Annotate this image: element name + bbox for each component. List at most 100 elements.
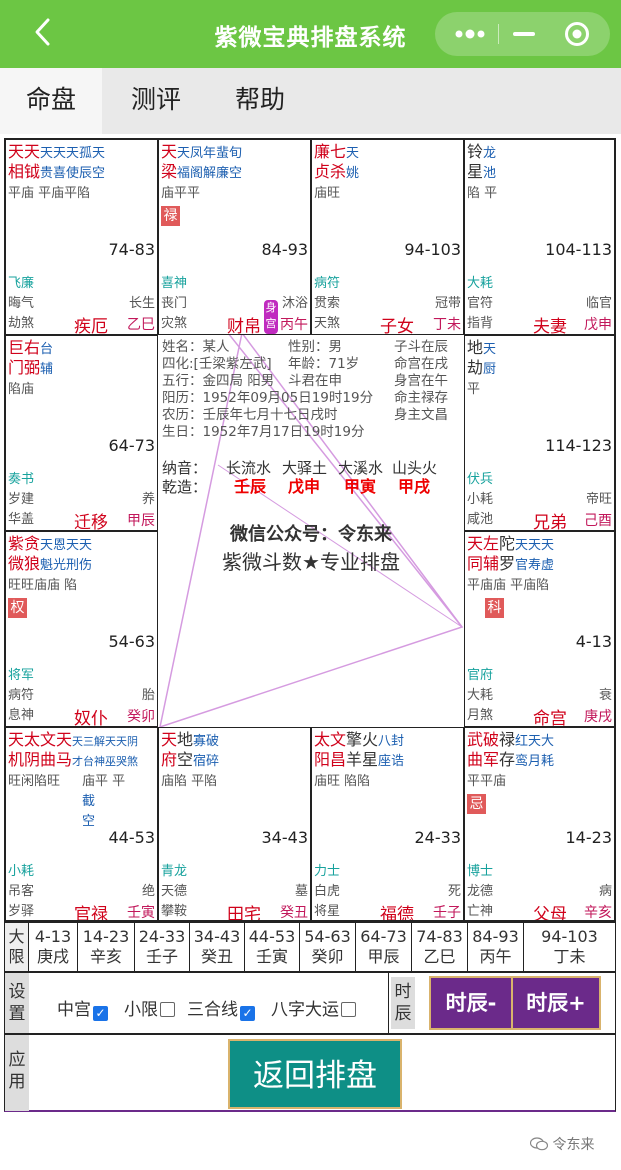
daxian-range: 74-83 xyxy=(108,240,156,259)
shichen-prev-button[interactable]: 时辰- xyxy=(429,976,513,1030)
opt-xiaoxian[interactable]: 小限 xyxy=(124,995,175,1020)
suijian-label: 晦气 xyxy=(8,296,35,311)
palace-cell-chen[interactable]: 巨右台 门弼辅 陷庙 64-73 奏书 岁建 养 华盖 迁移 甲辰 xyxy=(5,335,158,531)
palace-cell-wu[interactable]: 天天凤年蜚旬 梁福阁解廉空 庙平平 禄 84-93 喜神 丧门 沐浴 灾煞 财帛… xyxy=(158,139,311,335)
daxian-range: 64-73 xyxy=(108,436,156,455)
ganzhi: 乙巳 xyxy=(127,317,155,333)
jiangqian-label: 岁驿 xyxy=(8,904,35,919)
palace-cell-mao[interactable]: 紫贪天恩天天 微狼魁光刑伤 旺旺庙庙 陷 权 54-63 将军 病符 胎 息神 … xyxy=(5,531,158,727)
god-label: 将军 xyxy=(8,668,35,683)
star-minor: 贵喜使辰空 xyxy=(40,166,106,181)
god-label: 喜神 xyxy=(161,276,188,291)
bazi-checkbox[interactable] xyxy=(341,1002,356,1017)
suijian-label: 大耗 xyxy=(467,688,494,703)
palace-cell-yin[interactable]: 天太文天天三解天天阴 机阴曲马才台神巫哭煞 旺闲陷旺 庙平 平 截 空 44-5… xyxy=(5,727,158,921)
more-dots-icon[interactable] xyxy=(453,24,487,44)
target-icon[interactable] xyxy=(564,21,590,47)
daxian-item[interactable]: 64-73 甲辰 xyxy=(356,923,412,971)
bazi-pillar: 甲寅 xyxy=(344,477,377,496)
palace-cell-zi[interactable]: 太文擎火八封 阳昌羊星座诰 庙旺 陷陷 24-33 力士 白虎 死 将星 福德 … xyxy=(311,727,464,921)
jiangqian-label: 指背 xyxy=(467,316,494,331)
ganzhi: 辛亥 xyxy=(584,905,612,921)
chart-board: 天天天天天孤天 相钺贵喜使辰空 平庙 平庙平陷 74-83 飞廉 晦气 长生 劫… xyxy=(4,138,616,922)
daxian-item[interactable]: 24-33 壬子 xyxy=(135,923,190,971)
ganzhi: 庚戌 xyxy=(584,709,612,725)
info-shenzhu: 身主文昌 xyxy=(394,407,448,423)
star-major: 天 xyxy=(161,142,178,161)
apply-row: 应用 返回排盘 xyxy=(4,1034,616,1112)
palace-name: 迁移 xyxy=(74,513,108,531)
suijian-label: 龙德 xyxy=(467,884,494,899)
star-minor: 劫 xyxy=(467,358,484,377)
star-minor: 空 xyxy=(177,750,194,769)
nayin-value: 大溪水 xyxy=(338,459,384,477)
minimize-icon[interactable] xyxy=(511,24,537,44)
daxian-row: 大限 4-13 庚戌 14-23 辛亥 24-33 壬子 34-43 癸丑 44-53 壬… xyxy=(4,922,616,972)
daxian-item[interactable]: 94-103 丁未 xyxy=(524,923,615,971)
star-minor: 天恩天天 xyxy=(40,538,93,553)
palace-cell-wei[interactable]: 廉七天 贞杀姚 庙旺 94-103 病符 贯索 冠带 天煞 子女 丁未 xyxy=(311,139,464,335)
daxian-item[interactable]: 14-23 辛亥 xyxy=(78,923,135,971)
star-brightness: 庙平平 xyxy=(161,186,201,201)
daxian-item[interactable]: 4-13 庚戌 xyxy=(29,923,78,971)
god-label: 病符 xyxy=(314,276,341,291)
palace-cell-xu[interactable]: 天左陀天天天 同辅罗官寿虚 平庙庙 平庙陷 科 4-13 官府 大耗 衰 月煞 … xyxy=(464,531,615,727)
palace-cell-hai[interactable]: 武破禄红天大 曲军存鸾月耗 平平庙 忌 14-23 博士 龙德 病 亡神 父母 … xyxy=(464,727,615,921)
star-minor: 地 xyxy=(177,730,194,749)
shichen-next-button[interactable]: 时辰+ xyxy=(511,976,601,1030)
star-brightness: 庙旺 xyxy=(314,186,341,201)
daxian-item[interactable]: 84-93 丙午 xyxy=(468,923,524,971)
palace-cell-si[interactable]: 天天天天天孤天 相钺贵喜使辰空 平庙 平庙平陷 74-83 飞廉 晦气 长生 劫… xyxy=(5,139,158,335)
sanhe-checkbox[interactable]: ✓ xyxy=(240,1006,255,1021)
star-minor: 羊星 xyxy=(346,750,379,769)
daxian-range: 44-53 xyxy=(108,828,156,847)
settings-row: 设置 中宫 ✓ 小限 三合线 ✓ 八字大运 时辰 时辰- 时辰+ xyxy=(4,972,616,1034)
xiaoxian-checkbox[interactable] xyxy=(160,1002,175,1017)
tab-mingpan[interactable]: 命盘 xyxy=(0,68,102,134)
palace-cell-you[interactable]: 地天 劫厨 平 114-123 伏兵 小耗 帝旺 咸池 兄弟 己酉 xyxy=(464,335,615,531)
star-minor: 天凤年蜚旬 xyxy=(177,146,243,161)
daxian-item[interactable]: 74-83 乙巳 xyxy=(412,923,468,971)
opt-sanhe[interactable]: 三合线 ✓ xyxy=(187,995,255,1021)
ganzhi: 甲辰 xyxy=(127,513,155,529)
zhonggong-checkbox[interactable]: ✓ xyxy=(93,1006,108,1021)
palace-cell-chou[interactable]: 天地寡破 府空宿碎 庙陷 平陷 34-43 青龙 天德 墓 攀鞍 田宅 癸丑 xyxy=(158,727,311,921)
star-minor: 寡破 xyxy=(193,734,220,749)
star-minor: 铃 xyxy=(467,142,484,161)
suijian-label: 官符 xyxy=(467,296,494,311)
star-major: 阳昌 xyxy=(314,750,347,769)
tab-help[interactable]: 帮助 xyxy=(214,68,306,134)
star-minor: 官寿虚 xyxy=(515,558,555,573)
star-brightness: 平平庙 xyxy=(467,774,507,789)
info-wuxing: 五行：金四局 阳男 xyxy=(162,373,275,389)
suijian-label: 岁建 xyxy=(8,492,35,507)
star-minor: 天天天孤天 xyxy=(40,146,106,161)
daxian-range: 14-23 xyxy=(565,828,613,847)
star-minor: 陀 xyxy=(499,534,516,553)
god-label: 力士 xyxy=(314,864,341,879)
suijian-label: 贯索 xyxy=(314,296,341,311)
tab-ceping[interactable]: 测评 xyxy=(110,68,202,134)
daxian-item[interactable]: 54-63 癸卯 xyxy=(300,923,356,971)
opt-zhonggong[interactable]: 中宫 ✓ xyxy=(57,995,108,1021)
daxian-item[interactable]: 34-43 癸丑 xyxy=(190,923,245,971)
ganzhi: 戊申 xyxy=(584,317,612,333)
star-major: 紫贪 xyxy=(8,534,41,553)
life-stage: 病 xyxy=(598,884,612,899)
palace-cell-shen[interactable]: 铃龙 星池 陷 平 104-113 大耗 官符 临官 指背 夫妻 戊申 xyxy=(464,139,615,335)
star-minor: 擎火 xyxy=(346,730,379,749)
bazi-pillar: 戊申 xyxy=(288,477,321,496)
daxian-item[interactable]: 44-53 壬寅 xyxy=(245,923,300,971)
god-label: 奏书 xyxy=(8,472,35,487)
star-minor: 天天天 xyxy=(515,538,555,553)
center-info-panel: 姓名：某人 性别：男 子斗在辰 四化:[壬梁紫左武] 年龄：71岁 命宫在戌 五… xyxy=(158,335,464,727)
jiangqian-label: 咸池 xyxy=(467,512,494,527)
star-major: 相钺 xyxy=(8,162,41,181)
palace-name: 财帛 xyxy=(227,317,261,335)
palace-name: 命宫 xyxy=(533,709,567,727)
jiangqian-label: 华盖 xyxy=(8,512,35,527)
opt-bazi[interactable]: 八字大运 xyxy=(271,995,356,1020)
star-major: 太文 xyxy=(314,730,347,749)
god-label: 官府 xyxy=(467,668,494,683)
return-paipan-button[interactable]: 返回排盘 xyxy=(228,1039,402,1109)
